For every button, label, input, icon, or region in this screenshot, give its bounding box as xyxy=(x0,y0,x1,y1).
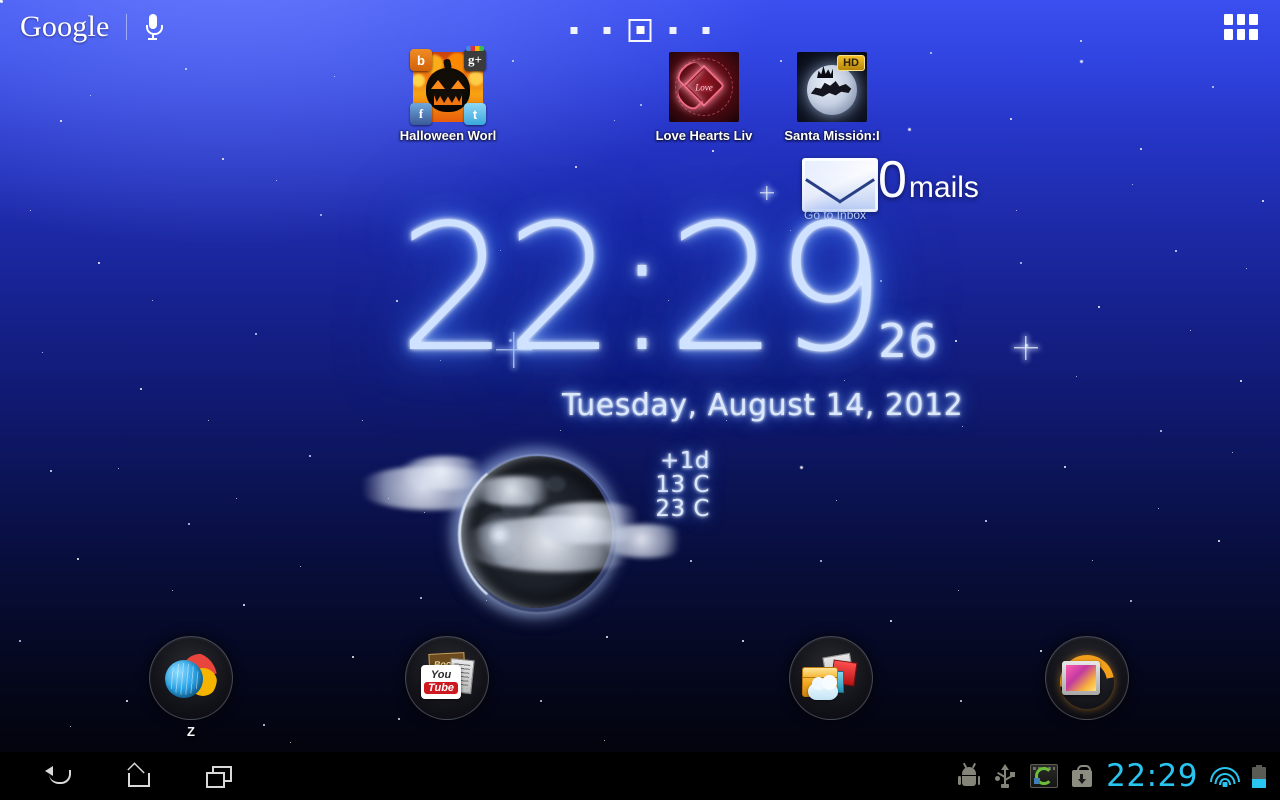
youtube-top-text: You xyxy=(430,669,452,681)
dock-label: Z xyxy=(187,724,195,739)
recent-apps-button[interactable] xyxy=(178,752,258,800)
dock-circle[interactable]: Book You Tube xyxy=(405,636,489,720)
app-sync-icon xyxy=(1030,764,1059,788)
app-drawer-button[interactable] xyxy=(1224,14,1258,40)
dock-item-youtube[interactable]: Book You Tube xyxy=(392,636,502,724)
status-tray[interactable]: 22:29 xyxy=(958,760,1280,792)
rss-icon: b xyxy=(410,49,432,71)
shortcut-santa-mission[interactable]: HD Santa Mission:I xyxy=(767,52,897,143)
forecast-day: +1d xyxy=(659,448,710,474)
wifi-icon xyxy=(1210,766,1240,787)
dock-circle[interactable] xyxy=(149,636,233,720)
hd-badge: HD xyxy=(837,55,865,71)
dock-circle[interactable] xyxy=(789,636,873,720)
santa-mission-icon: HD xyxy=(797,52,867,122)
dock: Z Book You Tube xyxy=(0,636,1280,740)
twitter-icon: t xyxy=(464,103,486,125)
dock-circle[interactable] xyxy=(1045,636,1129,720)
page-dot-1[interactable] xyxy=(558,20,591,40)
microphone-icon xyxy=(146,14,164,40)
home-button[interactable] xyxy=(98,752,178,800)
homescreen-page-indicator[interactable] xyxy=(558,18,723,42)
youtube-bottom-text: Tube xyxy=(423,682,459,694)
shortcut-halloween-world[interactable]: b g+ f t Halloween Worl xyxy=(383,46,513,143)
moon-weather-widget[interactable]: +1d 13 C 23 C xyxy=(350,420,710,620)
halloween-pumpkin-icon: b g+ f t xyxy=(410,46,486,125)
clock-seconds: 26 xyxy=(878,314,939,368)
page-dot-3-current[interactable] xyxy=(624,18,657,42)
system-navigation-bar: 22:29 xyxy=(0,752,1280,800)
back-arrow-icon xyxy=(45,766,71,786)
google-logo[interactable]: Google xyxy=(14,10,126,44)
app-grid-icon xyxy=(1224,14,1233,25)
love-art-text: Love xyxy=(695,82,713,93)
google-search-bar[interactable]: Google xyxy=(14,8,179,46)
forecast-low: 13 C xyxy=(655,472,710,498)
youtube-media-folder-icon: Book You Tube xyxy=(419,652,475,703)
dock-item-gallery[interactable] xyxy=(1032,636,1142,724)
page-dot-4[interactable] xyxy=(657,20,690,40)
love-hearts-icon: Love xyxy=(669,52,739,122)
android-debug-icon xyxy=(958,762,981,788)
clock-widget[interactable]: 22:29 26 Tuesday, August 14, 2012 xyxy=(390,200,970,423)
clock-date: Tuesday, August 14, 2012 xyxy=(562,388,964,423)
google-plus-icon: g+ xyxy=(464,46,486,71)
recent-apps-icon xyxy=(206,766,232,788)
shortcut-label: Santa Mission:I xyxy=(784,128,880,143)
mail-count: 0 xyxy=(878,151,907,209)
clock-time: 22:29 xyxy=(390,200,890,380)
page-dot-2[interactable] xyxy=(591,20,624,40)
mail-unit-label: mails xyxy=(908,171,979,204)
back-button[interactable] xyxy=(18,752,98,800)
shortcut-label: Love Hearts Liv xyxy=(655,128,753,143)
voice-search-button[interactable] xyxy=(127,8,179,46)
nav-buttons xyxy=(0,752,258,800)
mail-count-row: 0 mails xyxy=(878,154,979,206)
battery-icon xyxy=(1252,764,1266,788)
forecast-high: 23 C xyxy=(655,496,710,522)
files-cloud-folder-icon xyxy=(802,652,860,703)
gallery-photo-icon xyxy=(1049,644,1125,720)
moon-rim-light xyxy=(458,454,617,614)
shortcut-love-hearts-live[interactable]: Love Love Hearts Liv xyxy=(639,52,769,143)
dock-item-files[interactable] xyxy=(776,636,886,724)
home-icon xyxy=(125,765,151,787)
top-bar: Google xyxy=(0,0,1280,56)
status-bar-clock[interactable]: 22:29 xyxy=(1106,760,1198,792)
page-dot-5[interactable] xyxy=(690,20,723,40)
download-bag-icon xyxy=(1072,765,1093,787)
browser-globe-icon xyxy=(165,652,217,704)
shortcut-label: Halloween Worl xyxy=(399,128,497,143)
usb-icon xyxy=(994,764,1016,788)
facebook-icon: f xyxy=(410,103,432,125)
weather-forecast: +1d 13 C 23 C xyxy=(644,450,710,522)
dock-item-browser[interactable]: Z xyxy=(136,636,246,739)
